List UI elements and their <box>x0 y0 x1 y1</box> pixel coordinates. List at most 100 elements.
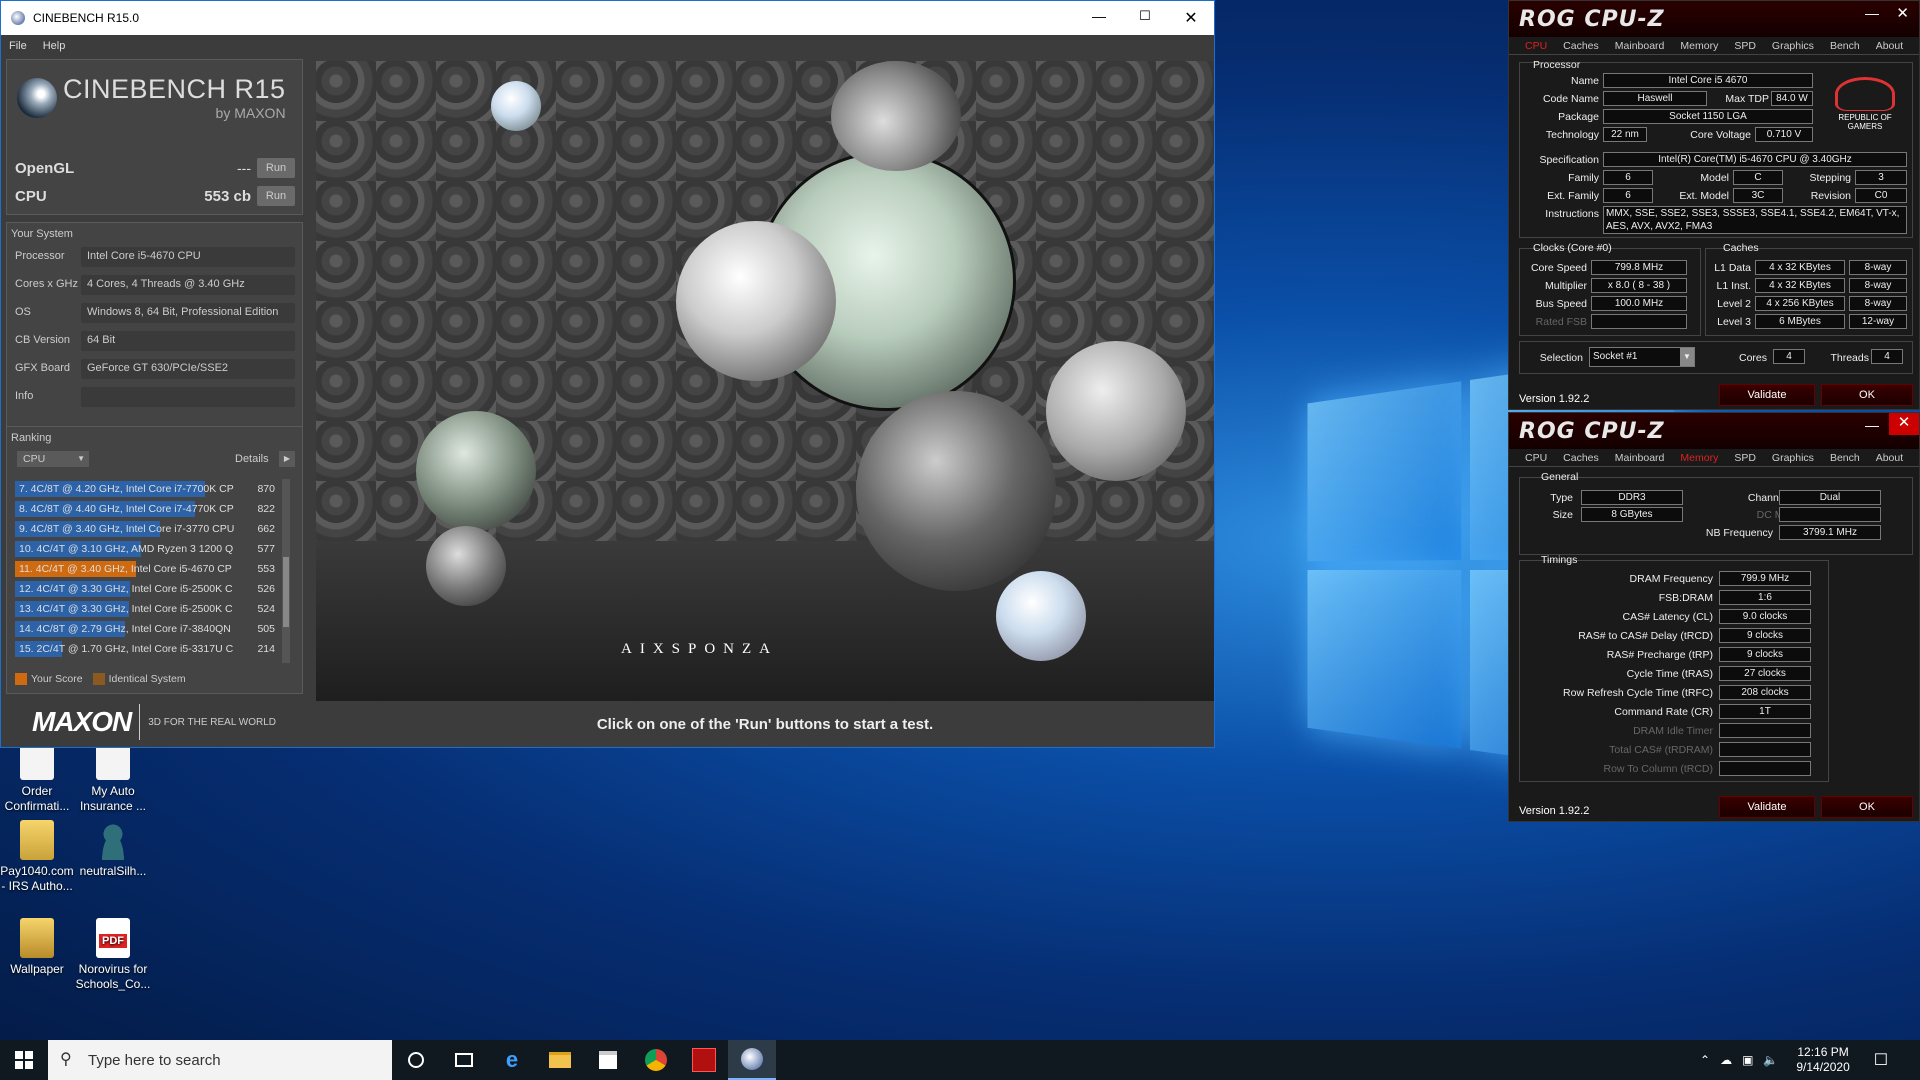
system-value: 4 Cores, 4 Threads @ 3.40 GHz <box>81 275 295 295</box>
opengl-row: OpenGL --- Run <box>15 158 295 178</box>
spec-value: Intel(R) Core(TM) i5-4670 CPU @ 3.40GHz <box>1603 152 1907 167</box>
volume-icon[interactable]: 🔈 <box>1763 1053 1778 1067</box>
ranking-score: 870 <box>257 483 275 495</box>
minimize-icon[interactable]: — <box>1865 5 1879 21</box>
taskbar-search-box[interactable]: ⚲ Type here to search <box>48 1040 392 1080</box>
ranking-row[interactable]: 8. 4C/8T @ 4.40 GHz, Intel Core i7-4770K… <box>15 499 287 519</box>
ranking-score: 822 <box>257 503 275 515</box>
ranking-label: 12. 4C/4T @ 3.30 GHz, Intel Core i5-2500… <box>19 583 233 595</box>
timing-value <box>1719 761 1811 776</box>
ok-button[interactable]: OK <box>1821 796 1913 818</box>
ranking-row[interactable]: 7. 4C/8T @ 4.20 GHz, Intel Core i7-7700K… <box>15 479 287 499</box>
opengl-run-button[interactable]: Run <box>257 158 295 178</box>
minimize-icon[interactable]: — <box>1865 417 1879 433</box>
start-button[interactable] <box>0 1040 48 1080</box>
system-value: Intel Core i5-4670 CPU <box>81 247 295 267</box>
timing-label: Cycle Time (tRAS) <box>1626 668 1713 680</box>
maxon-footer: MAXON 3D FOR THE REAL WORLD <box>6 701 303 743</box>
cpuz-header: ROG CPU-Z — ✕ <box>1509 1 1919 37</box>
desktop-icon-norovirus[interactable]: PDF Norovirus for Schools_Co... <box>73 918 153 992</box>
cpuz-tab-graphics[interactable]: Graphics <box>1764 40 1822 52</box>
desktop-icon-silhouette[interactable]: neutralSilh... <box>73 820 153 879</box>
details-arrow-icon[interactable]: ▶ <box>279 451 295 467</box>
desktop-icon-wallpaper[interactable]: Wallpaper <box>0 918 77 977</box>
details-label[interactable]: Details <box>235 453 269 465</box>
ranking-row[interactable]: 10. 4C/4T @ 3.10 GHz, AMD Ryzen 3 1200 Q… <box>15 539 287 559</box>
cpuz-version: Version 1.92.2 <box>1519 805 1590 817</box>
ranking-row[interactable]: 14. 4C/8T @ 2.79 GHz, Intel Core i7-3840… <box>15 619 287 639</box>
desktop-icon-order[interactable]: Order Confirmati... <box>0 740 77 814</box>
cortana-icon[interactable] <box>392 1040 440 1080</box>
file-explorer-icon[interactable] <box>536 1040 584 1080</box>
edge-icon[interactable]: e <box>488 1040 536 1080</box>
selection-dropdown[interactable]: Socket #1 ▼ <box>1589 347 1695 367</box>
name-label: Name <box>1570 75 1599 87</box>
maximize-icon[interactable]: ☐ <box>1122 8 1168 28</box>
cinebench-taskbar-icon[interactable] <box>728 1040 776 1080</box>
cpuz-tab-graphics[interactable]: Graphics <box>1764 452 1822 464</box>
cpuz-tab-mainboard[interactable]: Mainboard <box>1607 40 1673 52</box>
system-label: Info <box>15 390 34 402</box>
cpuz-tab-bench[interactable]: Bench <box>1822 452 1868 464</box>
chevron-up-icon[interactable]: ⌃ <box>1700 1053 1710 1067</box>
ranking-row[interactable]: 12. 4C/4T @ 3.30 GHz, Intel Core i5-2500… <box>15 579 287 599</box>
selection-value: Socket #1 <box>1593 351 1638 362</box>
desktop-icon-pay1040[interactable]: Pay1040.com - IRS Autho... <box>0 820 77 894</box>
extmodel-value: 3C <box>1733 188 1783 203</box>
desktop-icon-insurance[interactable]: My Auto Insurance ... <box>73 740 153 814</box>
ranking-row[interactable]: 9. 4C/8T @ 3.40 GHz, Intel Core i7-3770 … <box>15 519 287 539</box>
clocks-title: Clocks (Core #0) <box>1533 242 1612 254</box>
cpuz-tab-cpu[interactable]: CPU <box>1517 40 1555 52</box>
cpuz-tab-cpu[interactable]: CPU <box>1517 452 1555 464</box>
notifications-icon[interactable]: ☐ <box>1874 1050 1888 1070</box>
folder-icon <box>20 820 54 860</box>
cpuz-tab-spd[interactable]: SPD <box>1726 40 1764 52</box>
cpuz-tab-memory[interactable]: Memory <box>1672 452 1726 464</box>
store-icon[interactable] <box>584 1040 632 1080</box>
clock[interactable]: 12:16 PM 9/14/2020 <box>1796 1045 1849 1075</box>
ranking-dropdown[interactable]: CPU ▼ <box>17 451 89 467</box>
timing-value <box>1719 723 1811 738</box>
cpuz-tab-spd[interactable]: SPD <box>1726 452 1764 464</box>
cpu-row: CPU 553 cb Run <box>15 186 295 206</box>
render-sphere-dark <box>856 391 1056 591</box>
cloud-icon[interactable]: ☁ <box>1720 1053 1732 1067</box>
close-icon[interactable]: ✕ <box>1889 413 1919 435</box>
task-view-icon[interactable] <box>440 1040 488 1080</box>
cpuz-tab-caches[interactable]: Caches <box>1555 452 1607 464</box>
ranking-legend: Your Score Identical System <box>15 673 186 685</box>
ranking-panel: Ranking CPU ▼ Details ▶ 7. 4C/8T @ 4.20 … <box>6 426 303 694</box>
cpuz-tab-about[interactable]: About <box>1868 452 1911 464</box>
cpuz-tab-bench[interactable]: Bench <box>1822 40 1868 52</box>
timing-value: 1:6 <box>1719 590 1811 605</box>
validate-button[interactable]: Validate <box>1719 796 1815 818</box>
footer-divider <box>139 704 141 740</box>
cpuz-tab-memory[interactable]: Memory <box>1672 40 1726 52</box>
ranking-row[interactable]: 13. 4C/4T @ 3.30 GHz, Intel Core i5-2500… <box>15 599 287 619</box>
cpuz-tab-mainboard[interactable]: Mainboard <box>1607 452 1673 464</box>
ranking-row[interactable]: 11. 4C/4T @ 3.40 GHz, Intel Core i5-4670… <box>15 559 287 579</box>
timing-value: 9.0 clocks <box>1719 609 1811 624</box>
network-icon[interactable]: ▣ <box>1742 1053 1753 1067</box>
scrollbar-thumb[interactable] <box>283 557 289 627</box>
menu-file[interactable]: File <box>9 40 27 52</box>
ranking-scrollbar[interactable] <box>282 479 290 663</box>
extfamily-label: Ext. Family <box>1547 190 1599 202</box>
cpuz-tab-about[interactable]: About <box>1868 40 1911 52</box>
minimize-icon[interactable]: — <box>1076 8 1122 28</box>
ranking-row[interactable]: 15. 2C/4T @ 1.70 GHz, Intel Core i5-3317… <box>15 639 287 659</box>
close-icon[interactable]: ✕ <box>1896 4 1909 22</box>
search-placeholder: Type here to search <box>88 1051 221 1069</box>
cpuz-tab-caches[interactable]: Caches <box>1555 40 1607 52</box>
validate-button[interactable]: Validate <box>1719 384 1815 406</box>
cpu-run-button[interactable]: Run <box>257 186 295 206</box>
cpuz-taskbar-icon[interactable] <box>680 1040 728 1080</box>
ok-button[interactable]: OK <box>1821 384 1913 406</box>
close-icon[interactable]: ✕ <box>1168 8 1214 28</box>
maxtdp-value: 84.0 W <box>1771 91 1813 106</box>
chrome-icon[interactable] <box>632 1040 680 1080</box>
opengl-label: OpenGL <box>15 159 75 177</box>
desktop-icon-label: neutralSilh... <box>79 864 147 878</box>
windows-start-icon <box>15 1051 33 1069</box>
menu-help[interactable]: Help <box>43 40 66 52</box>
